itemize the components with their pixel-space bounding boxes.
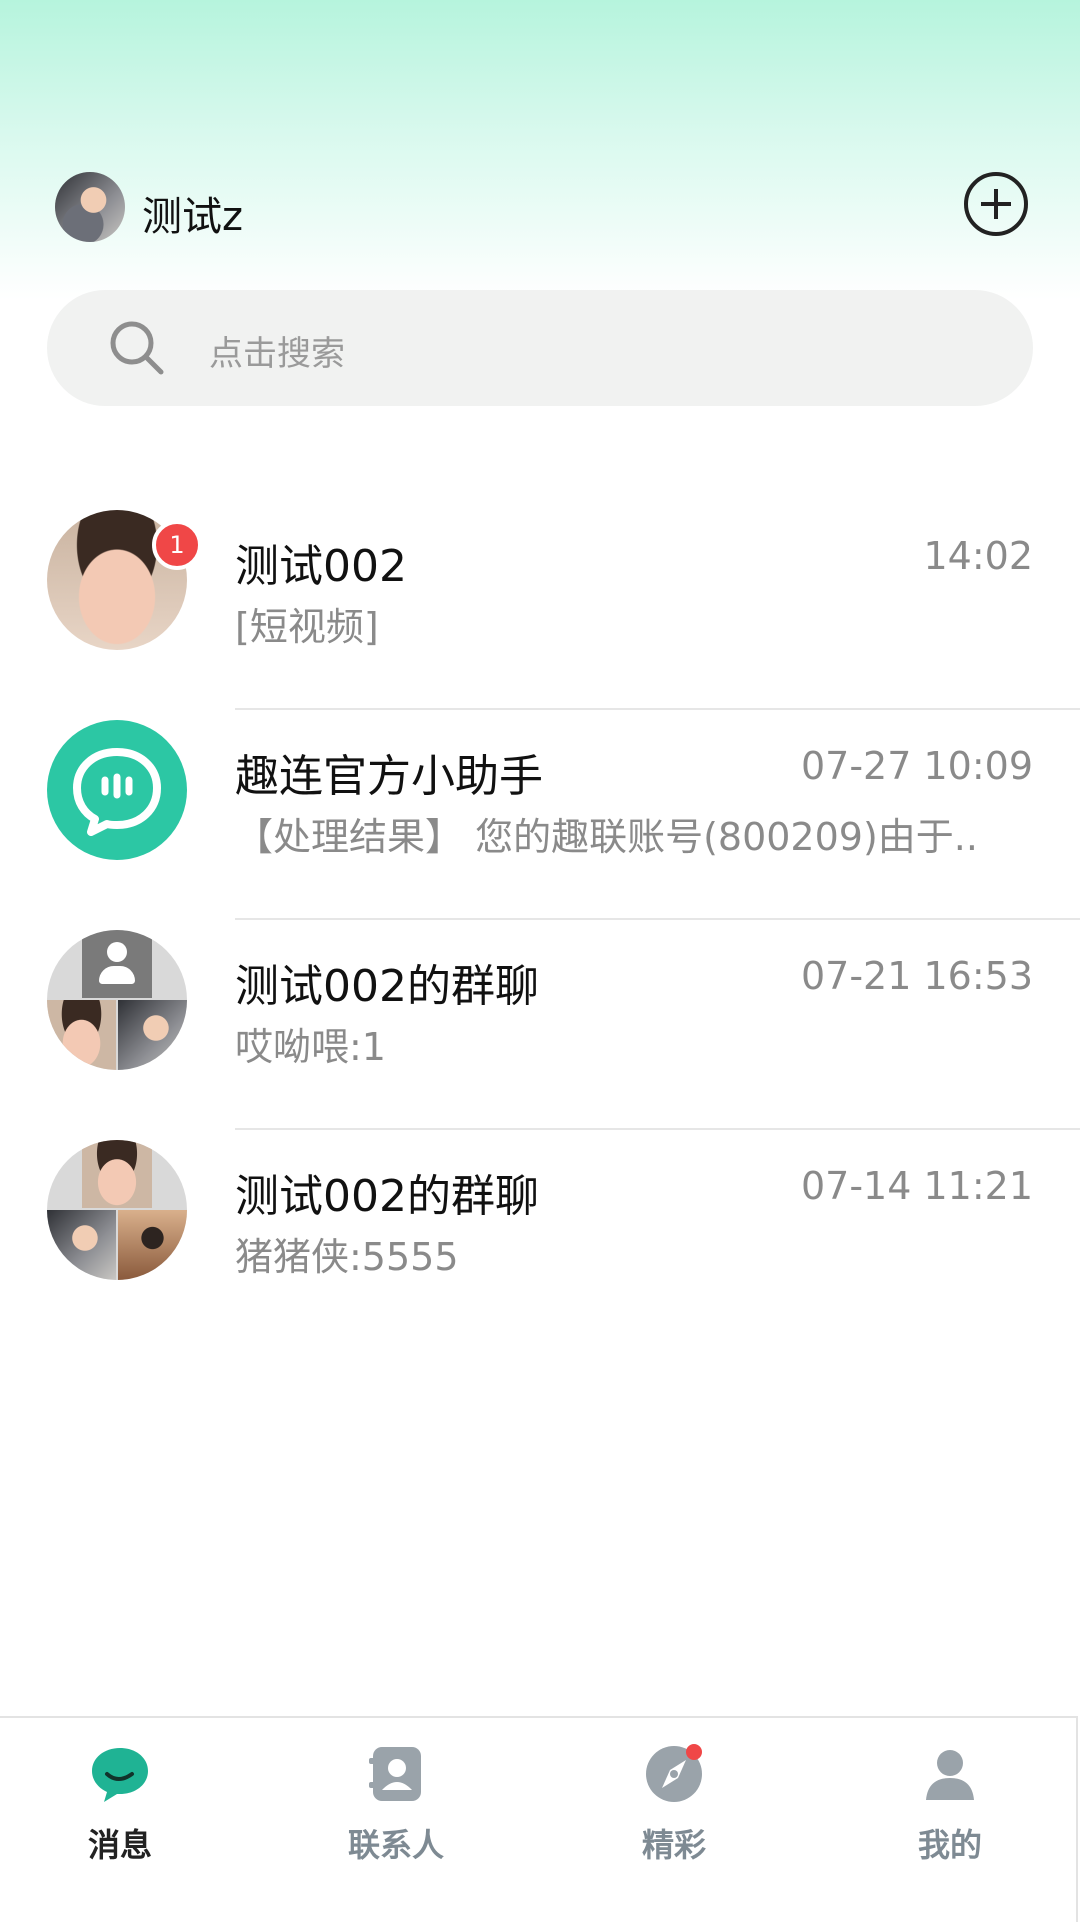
search-placeholder: 点击搜索 bbox=[209, 334, 345, 374]
message-icon bbox=[92, 1748, 148, 1802]
member-photo bbox=[47, 1000, 116, 1070]
chat-preview: 哎呦喂:1 bbox=[235, 1025, 386, 1069]
header-background bbox=[0, 0, 1080, 300]
nav-label: 消息 bbox=[87, 1826, 152, 1864]
chat-row[interactable]: 测试002的群聊 07-21 16:53 哎呦喂:1 bbox=[0, 920, 1080, 1130]
chat-avatar bbox=[47, 1140, 187, 1280]
search-bar[interactable]: 点击搜索 bbox=[47, 290, 1033, 406]
bottom-nav: 消息 联系人 精彩 我的 bbox=[0, 1716, 1078, 1922]
profile-icon bbox=[926, 1750, 974, 1800]
chat-bubble-icon bbox=[73, 748, 161, 836]
plus-circle-icon-stroke bbox=[994, 189, 998, 219]
member-photo bbox=[47, 1210, 116, 1280]
chat-time: 07-27 10:09 bbox=[800, 744, 1033, 788]
member-photo bbox=[118, 1000, 187, 1070]
chat-avatar bbox=[47, 930, 187, 1070]
nav-label: 联系人 bbox=[347, 1826, 444, 1864]
chat-name: 趣连官方小助手 bbox=[235, 751, 543, 802]
chat-name: 测试002的群聊 bbox=[235, 961, 539, 1012]
chat-time: 07-21 16:53 bbox=[800, 954, 1033, 998]
nav-label: 精彩 bbox=[641, 1826, 706, 1864]
chat-name: 测试002 bbox=[235, 541, 407, 592]
nav-discover[interactable]: 精彩 bbox=[574, 1744, 774, 1884]
person-placeholder-icon bbox=[82, 930, 152, 998]
unread-badge: 1 bbox=[152, 520, 202, 570]
search-icon bbox=[110, 321, 164, 375]
chat-time: 07-14 11:21 bbox=[800, 1164, 1033, 1208]
chat-preview: 【处理结果】 您的趣联账号(800209)由于.. bbox=[235, 815, 978, 859]
chat-preview: 猪猪侠:5555 bbox=[235, 1235, 459, 1279]
username[interactable]: 测试z bbox=[142, 184, 243, 242]
chat-row[interactable]: 测试002的群聊 07-14 11:21 猪猪侠:5555 bbox=[0, 1130, 1080, 1340]
top-bar: 测试z bbox=[0, 168, 1080, 252]
chat-preview: [短视频] bbox=[235, 605, 379, 649]
notification-dot bbox=[686, 1744, 702, 1760]
member-photo bbox=[82, 1140, 152, 1208]
member-photo bbox=[118, 1210, 187, 1280]
nav-contacts[interactable]: 联系人 bbox=[296, 1744, 496, 1884]
chat-name: 测试002的群聊 bbox=[235, 1171, 539, 1222]
nav-messages[interactable]: 消息 bbox=[20, 1744, 220, 1884]
chat-row[interactable]: 1 测试002 14:02 [短视频] bbox=[0, 500, 1080, 710]
contacts-icon bbox=[369, 1747, 421, 1801]
my-avatar[interactable] bbox=[55, 172, 125, 242]
chat-time: 14:02 bbox=[923, 534, 1033, 578]
chat-avatar bbox=[47, 720, 187, 860]
nav-profile[interactable]: 我的 bbox=[850, 1744, 1050, 1884]
add-button[interactable] bbox=[964, 172, 1028, 236]
nav-label: 我的 bbox=[917, 1826, 982, 1864]
chat-row[interactable]: 趣连官方小助手 07-27 10:09 【处理结果】 您的趣联账号(800209… bbox=[0, 710, 1080, 920]
